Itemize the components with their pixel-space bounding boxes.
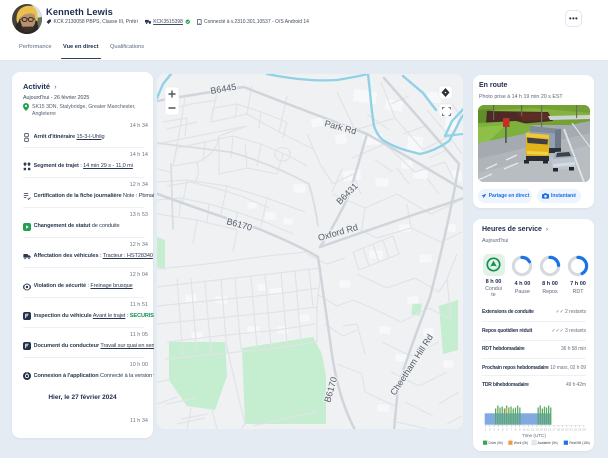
svg-text:23: 23 xyxy=(578,428,582,432)
svg-text:17: 17 xyxy=(552,428,556,432)
svg-text:6: 6 xyxy=(506,428,508,432)
svg-text:5: 5 xyxy=(502,428,504,432)
svg-text:19: 19 xyxy=(561,428,565,432)
svg-text:8: 8 xyxy=(515,428,517,432)
svg-text:Rest/SB (15h): Rest/SB (15h) xyxy=(569,441,590,445)
svg-text:12: 12 xyxy=(531,428,535,432)
svg-text:24: 24 xyxy=(582,428,586,432)
svg-text:2: 2 xyxy=(489,428,491,432)
svg-text:9: 9 xyxy=(519,428,521,432)
svg-text:15: 15 xyxy=(544,428,548,432)
svg-text:18: 18 xyxy=(557,428,561,432)
svg-text:22: 22 xyxy=(574,428,578,432)
svg-text:14: 14 xyxy=(539,428,543,432)
svg-text:Available (0h): Available (0h) xyxy=(537,441,557,445)
svg-text:4: 4 xyxy=(498,428,500,432)
svg-text:3: 3 xyxy=(493,428,495,432)
svg-text:Time (UTC): Time (UTC) xyxy=(522,433,546,438)
svg-text:16: 16 xyxy=(548,428,552,432)
svg-text:21: 21 xyxy=(569,428,573,432)
svg-text:1: 1 xyxy=(485,428,487,432)
svg-text:13: 13 xyxy=(535,428,539,432)
svg-text:10: 10 xyxy=(522,428,526,432)
svg-text:Work (0h): Work (0h) xyxy=(514,441,528,445)
svg-text:7: 7 xyxy=(510,428,512,432)
svg-text:20: 20 xyxy=(565,428,569,432)
svg-text:Drive (9h): Drive (9h) xyxy=(489,441,503,445)
svg-text:11: 11 xyxy=(527,428,530,432)
